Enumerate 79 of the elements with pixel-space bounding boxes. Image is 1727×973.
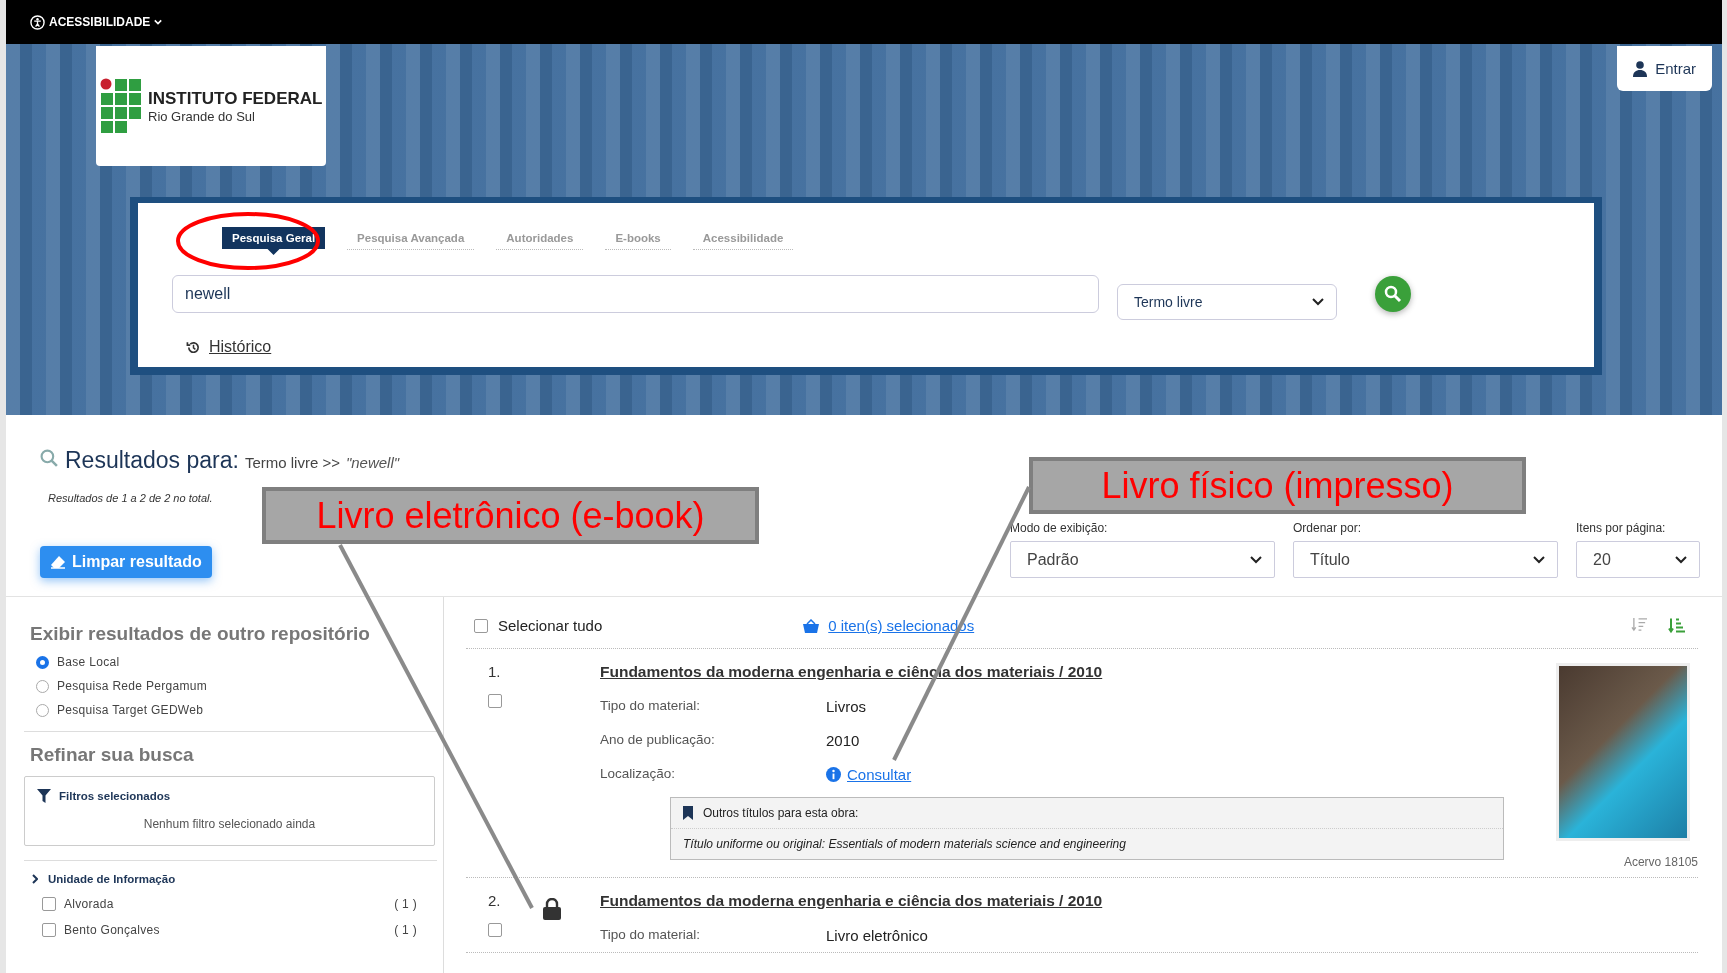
chevron-down-icon bbox=[1675, 555, 1687, 564]
search-icon bbox=[1384, 284, 1402, 303]
filters-empty-text: Nenhum filtro selecionado ainda bbox=[142, 817, 317, 831]
radio-label[interactable]: Pesquisa Target GEDWeb bbox=[57, 703, 204, 717]
select-field[interactable]: 20 bbox=[1576, 541, 1700, 578]
select-all-label[interactable]: Selecionar tudo bbox=[498, 617, 603, 634]
logo-title: INSTITUTO FEDERAL bbox=[148, 88, 323, 109]
bookmark-icon bbox=[683, 806, 693, 820]
basket-icon bbox=[802, 618, 821, 633]
consult-link[interactable]: Consultar bbox=[847, 766, 912, 783]
control-label: Itens por página: bbox=[1576, 521, 1667, 535]
logo-subtitle: Rio Grande do Sul bbox=[148, 108, 256, 124]
info-icon bbox=[826, 767, 841, 782]
accessibility-icon bbox=[30, 14, 45, 30]
checkbox[interactable] bbox=[488, 694, 502, 708]
control-label: Ordenar por: bbox=[1293, 521, 1363, 535]
checkbox[interactable] bbox=[42, 897, 56, 911]
field-value: Livro eletrônico bbox=[826, 927, 928, 944]
login-button[interactable]: Entrar bbox=[1617, 46, 1712, 91]
field-label: Localização: bbox=[600, 766, 677, 783]
other-titles-heading: Outros títulos para esta obra: bbox=[703, 806, 859, 820]
accessibility-menu[interactable]: ACESSIBILIDADE bbox=[30, 14, 163, 30]
radio-label[interactable]: Pesquisa Rede Pergamum bbox=[57, 679, 207, 693]
lock-icon bbox=[542, 898, 562, 920]
other-titles-text: Título uniforme ou original: Essentials of modern materials science and engineering bbox=[682, 836, 1127, 853]
control-label: Modo de exibição: bbox=[1010, 521, 1109, 535]
search-field[interactable]: newell bbox=[172, 274, 1099, 313]
checkbox[interactable] bbox=[474, 618, 488, 633]
selected-items-link[interactable]: 0 iten(s) selecionados bbox=[828, 617, 975, 634]
filter-icon bbox=[37, 789, 51, 803]
book-cover-placeholder[interactable] bbox=[1556, 663, 1690, 841]
results-summary: Resultados de 1 a 2 de 2 no total. bbox=[48, 492, 214, 504]
sort-descending-icon[interactable] bbox=[1631, 617, 1648, 632]
search-tab[interactable]: Pesquisa Geral bbox=[222, 227, 326, 255]
field-label: Ano de publicação: bbox=[600, 732, 716, 749]
logo-mark-icon bbox=[100, 78, 142, 134]
facet-count: ( 1 ) bbox=[394, 897, 417, 911]
result-title-link[interactable]: Fundamentos da moderna engenharia e ciência dos materiais / 2010 bbox=[600, 892, 1698, 910]
search-query: "newell" bbox=[345, 454, 400, 471]
radio-button[interactable] bbox=[36, 703, 49, 717]
sort-ascending-icon[interactable] bbox=[1668, 617, 1686, 634]
radio-button[interactable] bbox=[36, 679, 49, 693]
field-label: Tipo do material: bbox=[600, 698, 702, 715]
facet-label[interactable]: Alvorada bbox=[64, 897, 114, 911]
history-icon bbox=[186, 339, 201, 355]
filters-title: Filtros selecionados bbox=[59, 790, 171, 802]
facet-count: ( 1 ) bbox=[394, 923, 417, 937]
user-icon bbox=[1633, 60, 1648, 77]
chevron-right-icon bbox=[32, 874, 38, 884]
collection-number: Acervo 18105 bbox=[1623, 855, 1698, 869]
select-field[interactable]: Padrão bbox=[1010, 541, 1275, 578]
search-icon bbox=[40, 449, 59, 468]
chevron-down-icon bbox=[1533, 555, 1545, 564]
search-button[interactable] bbox=[1375, 275, 1411, 312]
select-field[interactable]: Título bbox=[1293, 541, 1558, 578]
field-label: Tipo do material: bbox=[600, 927, 702, 944]
chevron-down-icon bbox=[1312, 298, 1324, 306]
result-number: 1. bbox=[488, 663, 502, 680]
search-type-select[interactable]: Termo livre bbox=[1117, 284, 1337, 320]
result-number: 2. bbox=[488, 892, 502, 909]
section-heading: Exibir resultados de outro repositório bbox=[30, 623, 371, 645]
annotation-callout: Livro eletrônico (e-book) bbox=[262, 487, 759, 544]
radio-label[interactable]: Base Local bbox=[57, 655, 120, 669]
history-link[interactable]: Histórico bbox=[209, 338, 272, 356]
annotation-callout: Livro físico (impresso) bbox=[1029, 457, 1526, 514]
checkbox[interactable] bbox=[488, 923, 502, 937]
checkbox[interactable] bbox=[42, 923, 56, 937]
facet-title[interactable]: Unidade de Informação bbox=[48, 873, 176, 885]
field-value: 2010 bbox=[826, 732, 860, 749]
search-term: Termo livre >> bbox=[244, 454, 340, 471]
results-title: Resultados para: bbox=[65, 447, 239, 474]
field-value: Livros bbox=[826, 698, 866, 715]
chevron-down-icon bbox=[154, 19, 163, 25]
eraser-icon bbox=[50, 555, 66, 569]
facet-label[interactable]: Bento Gonçalves bbox=[64, 923, 160, 937]
section-heading: Refinar sua busca bbox=[30, 744, 195, 766]
chevron-down-icon bbox=[1250, 555, 1262, 564]
radio-button[interactable] bbox=[36, 655, 49, 669]
logo[interactable]: INSTITUTO FEDERAL Rio Grande do Sul bbox=[96, 46, 326, 166]
